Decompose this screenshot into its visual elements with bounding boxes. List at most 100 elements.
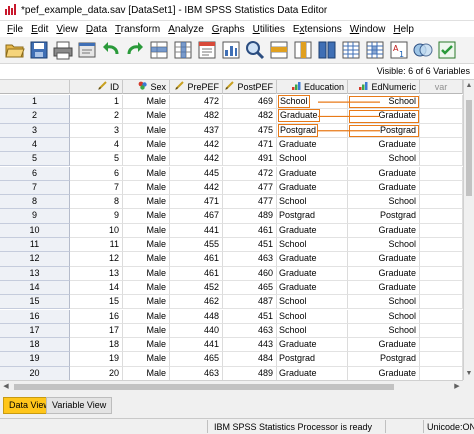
cell-sex[interactable]: Male xyxy=(123,338,170,353)
scroll-right-icon[interactable]: ▶ xyxy=(452,381,462,392)
cell-id[interactable]: 11 xyxy=(70,238,123,253)
cell-sex[interactable]: Male xyxy=(123,209,170,224)
cell-postpef[interactable]: 472 xyxy=(223,166,277,181)
column-header-prepef[interactable]: PrePEF xyxy=(170,80,223,94)
cell-postpef[interactable]: 460 xyxy=(223,266,277,281)
row-number[interactable]: 14 xyxy=(0,280,70,296)
cell-prepef[interactable]: 437 xyxy=(170,123,223,138)
cell-prepef[interactable]: 455 xyxy=(170,238,223,253)
cell-education[interactable]: Graduate xyxy=(277,338,348,353)
row-number[interactable]: 16 xyxy=(0,309,70,324)
row-number[interactable]: 6 xyxy=(0,166,70,181)
variables-icon[interactable] xyxy=(196,39,218,61)
cell-ednumeric[interactable]: Graduate xyxy=(348,180,420,196)
horizontal-scroll-thumb[interactable] xyxy=(14,384,394,390)
menu-help[interactable]: Help xyxy=(389,24,418,35)
cell-education[interactable]: Graduate xyxy=(277,252,348,267)
cell-id[interactable]: 14 xyxy=(70,280,123,296)
insert-cases-icon[interactable] xyxy=(268,39,290,61)
cell-sex[interactable]: Male xyxy=(123,295,170,310)
row-number[interactable]: 10 xyxy=(0,223,70,238)
cell-postpef[interactable]: 465 xyxy=(223,280,277,296)
horizontal-scrollbar[interactable]: ◀ ▶ xyxy=(0,380,463,392)
cell-ednumeric[interactable]: Postgrad xyxy=(348,209,420,224)
cell-sex[interactable]: Male xyxy=(123,152,170,167)
cell-education[interactable]: School xyxy=(277,309,348,324)
cell-id[interactable]: 4 xyxy=(70,137,123,153)
row-number[interactable]: 12 xyxy=(0,252,70,267)
cell-prepef[interactable]: 461 xyxy=(170,252,223,267)
menu-extensions[interactable]: Extensions xyxy=(289,24,346,35)
cell-sex[interactable]: Male xyxy=(123,180,170,196)
cell-education[interactable]: Graduate xyxy=(277,137,348,153)
cell-prepef[interactable]: 463 xyxy=(170,366,223,380)
menu-view[interactable]: View xyxy=(52,24,82,35)
menu-window[interactable]: Window xyxy=(346,24,390,35)
cell-ednumeric[interactable]: Graduate xyxy=(348,338,420,353)
cell-empty[interactable] xyxy=(420,266,463,281)
cell-id[interactable]: 5 xyxy=(70,152,123,167)
cell-empty[interactable] xyxy=(420,323,463,339)
cell-id[interactable]: 18 xyxy=(70,338,123,353)
cell-id[interactable]: 20 xyxy=(70,366,123,380)
cell-sex[interactable]: Male xyxy=(123,366,170,380)
cell-education[interactable]: Graduate xyxy=(277,166,348,181)
cell-sex[interactable]: Male xyxy=(123,137,170,153)
cell-sex[interactable]: Male xyxy=(123,309,170,324)
save-icon[interactable] xyxy=(28,39,50,61)
cell-ednumeric[interactable]: Graduate xyxy=(348,223,420,238)
row-number[interactable]: 9 xyxy=(0,209,70,224)
cell-sex[interactable]: Male xyxy=(123,195,170,210)
cell-education[interactable]: Graduate xyxy=(277,266,348,281)
cell-education[interactable]: Graduate xyxy=(277,109,348,124)
scroll-up-icon[interactable]: ▲ xyxy=(464,81,474,91)
go-to-variable-icon[interactable] xyxy=(172,39,194,61)
cell-sex[interactable]: Male xyxy=(123,109,170,124)
cell-ednumeric[interactable]: School xyxy=(348,195,420,210)
print-icon[interactable] xyxy=(52,39,74,61)
column-header-ednumeric[interactable]: EdNumeric xyxy=(348,80,420,94)
cell-prepef[interactable]: 465 xyxy=(170,352,223,367)
cell-empty[interactable] xyxy=(420,152,463,167)
cell-empty[interactable] xyxy=(420,309,463,324)
cell-ednumeric[interactable]: School xyxy=(348,295,420,310)
cell-sex[interactable]: Male xyxy=(123,95,170,110)
cell-postpef[interactable]: 451 xyxy=(223,309,277,324)
cell-postpef[interactable]: 443 xyxy=(223,338,277,353)
row-number[interactable]: 3 xyxy=(0,123,70,138)
cell-postpef[interactable]: 461 xyxy=(223,223,277,238)
cell-postpef[interactable]: 487 xyxy=(223,295,277,310)
scroll-left-icon[interactable]: ◀ xyxy=(1,381,11,392)
cell-education[interactable]: School xyxy=(277,152,348,167)
open-folder-icon[interactable] xyxy=(4,39,26,61)
cell-education[interactable]: Postgrad xyxy=(277,123,348,138)
cell-education[interactable]: Postgrad xyxy=(277,209,348,224)
cell-empty[interactable] xyxy=(420,166,463,181)
cell-education[interactable]: Graduate xyxy=(277,366,348,380)
row-number[interactable]: 11 xyxy=(0,238,70,253)
column-header-id[interactable]: ID xyxy=(70,80,123,94)
undo-icon[interactable] xyxy=(100,39,122,61)
run-descriptives-icon[interactable] xyxy=(220,39,242,61)
cell-prepef[interactable]: 462 xyxy=(170,295,223,310)
insert-variable-icon[interactable] xyxy=(292,39,314,61)
cell-sex[interactable]: Male xyxy=(123,238,170,253)
cell-education[interactable]: Graduate xyxy=(277,180,348,196)
cell-id[interactable]: 8 xyxy=(70,195,123,210)
vertical-scrollbar[interactable]: ▲ ▼ xyxy=(463,80,474,380)
cell-postpef[interactable]: 471 xyxy=(223,137,277,153)
cell-education[interactable]: Postgrad xyxy=(277,352,348,367)
cell-id[interactable]: 12 xyxy=(70,252,123,267)
cell-postpef[interactable]: 469 xyxy=(223,95,277,110)
cell-id[interactable]: 7 xyxy=(70,180,123,196)
menu-data[interactable]: Data xyxy=(82,24,111,35)
cell-empty[interactable] xyxy=(420,280,463,296)
cell-postpef[interactable]: 451 xyxy=(223,238,277,253)
column-header-education[interactable]: Education xyxy=(277,80,348,94)
dialog-recall-icon[interactable] xyxy=(76,39,98,61)
menu-utilities[interactable]: Utilities xyxy=(249,24,289,35)
cell-id[interactable]: 9 xyxy=(70,209,123,224)
data-grid[interactable]: ID Sex PrePEF PostPEF Education EdNumeric var … xyxy=(0,80,463,380)
cell-sex[interactable]: Male xyxy=(123,266,170,281)
cell-empty[interactable] xyxy=(420,295,463,310)
